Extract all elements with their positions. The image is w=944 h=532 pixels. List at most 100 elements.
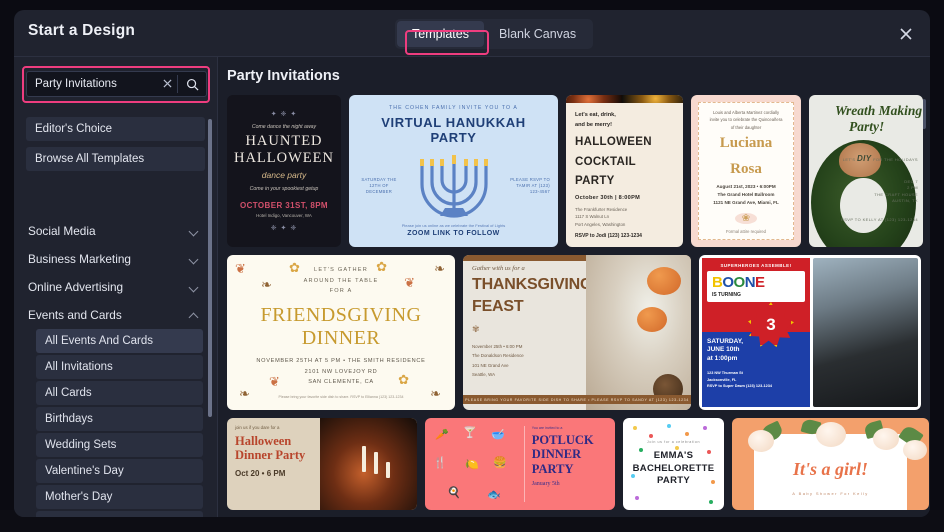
- card-date-line2: The Grand Hotel Ballroom: [717, 191, 775, 197]
- template-card-halloween-dinner-party[interactable]: join us if you dare for a Halloween Dinn…: [227, 418, 417, 510]
- card-title-line1: THANKSGIVING: [472, 276, 593, 293]
- sidebar-item-winter-holiday[interactable]: Winter Holiday: [36, 511, 203, 517]
- card-name-line1: Luciana: [719, 135, 773, 152]
- card-date-line2: The Donaldson Residence: [472, 353, 524, 359]
- template-card-halloween-cocktail-party[interactable]: Let's eat, drink, and be merry! HALLOWEE…: [566, 95, 683, 247]
- card-date-line3: SAN CLEMENTE, CA: [308, 379, 374, 386]
- confetti-dot: [709, 500, 713, 504]
- template-card-friendsgiving-dinner[interactable]: ❦ ❧ ✿ ❧ ❦ ✿ ❧ ❦ ❧ ✿ LET'S GATHER AROUND …: [227, 255, 455, 410]
- template-card-virtual-hanukkah-party[interactable]: THE COHEN FAMILY INVITE YOU TO A VIRTUAL…: [349, 95, 558, 247]
- sidebar-group-label: Events and Cards: [28, 308, 122, 322]
- leaf-icon: ✿: [289, 260, 300, 275]
- card-subtitle: A Baby Shower For Kelly: [792, 491, 869, 496]
- card-turning: IS TURNING: [712, 292, 741, 298]
- template-card-its-a-girl[interactable]: It's a girl! A Baby Shower For Kelly: [732, 418, 929, 510]
- card-left: join us if you dare for a Halloween Dinn…: [227, 418, 320, 510]
- confetti-dot: [633, 426, 637, 430]
- sidebar-item-valentines-day[interactable]: Valentine's Day: [36, 459, 203, 483]
- template-card-haunted-halloween[interactable]: ✦ ❈ ✦ Come dance the night away HAUNTED …: [227, 95, 341, 247]
- rose-illustration: [903, 440, 927, 460]
- card-name: BOONE: [712, 274, 765, 291]
- confetti-dot: [707, 450, 711, 454]
- card-date: January 5th: [531, 481, 560, 488]
- template-card-luciana-rosa[interactable]: Louis and Alberta Martinez cordially inv…: [691, 95, 801, 247]
- leaf-icon: ❧: [430, 386, 441, 401]
- template-row: join us if you dare for a Halloween Dinn…: [227, 418, 929, 510]
- sidebar-group-business-marketing[interactable]: Business Marketing: [26, 245, 203, 273]
- card-title-line2: FEAST: [472, 297, 524, 315]
- sidebar-group-online-advertising[interactable]: Online Advertising: [26, 273, 203, 301]
- sidebar-scrollbar[interactable]: [208, 119, 212, 417]
- sidebar-item-all-cards[interactable]: All Cards: [36, 381, 203, 405]
- leaf-icon: ❧: [434, 261, 445, 276]
- tab-blank-canvas[interactable]: Blank Canvas: [484, 21, 591, 47]
- sidebar-item-all-invitations[interactable]: All Invitations: [36, 355, 203, 379]
- card-footer: Formal attire required: [725, 228, 767, 234]
- sidebar-group-events-and-cards[interactable]: Events and Cards: [26, 301, 203, 329]
- sidebar-group-label: Business Marketing: [28, 252, 131, 266]
- citrus-icon: 🍋: [465, 459, 479, 471]
- search-input[interactable]: [27, 78, 157, 90]
- confetti-dot: [703, 426, 707, 430]
- note-line3: THE CRAFT HOUSE: [874, 191, 918, 197]
- template-card-potluck-dinner-party[interactable]: 🥕 🍸 🥣 🍴 🍋 🍔 🍳 🐟 You are invited to a POT…: [425, 418, 615, 510]
- leaf-icon: ❦: [404, 275, 415, 290]
- leaf-icon: ✿: [398, 372, 409, 387]
- chevron-down-icon: [189, 226, 199, 236]
- card-note-2: DEC 7 2 PM THE CRAFT HOUSE AUSTIN, TX: [874, 179, 918, 205]
- card-left: Gather with us for a THANKSGIVING FEAST …: [463, 255, 593, 410]
- card-date: October 30th | 8:00PM: [575, 194, 641, 201]
- pumpkin-illustration: [647, 267, 681, 295]
- template-card-wreath-making-party[interactable]: Wreath Making Party! LET'S DIY FOR THE H…: [809, 95, 923, 247]
- sidebar-item-editors-choice[interactable]: Editor's Choice: [26, 117, 205, 141]
- leaf-icon: ✿: [376, 259, 387, 274]
- burger-icon: 🍔: [493, 457, 507, 469]
- pumpkin-candles-photo: [320, 418, 417, 510]
- sidebar-group-label: Online Advertising: [28, 280, 124, 294]
- card-title-line2: DINNER: [531, 447, 582, 462]
- results-heading: Party Invitations: [227, 68, 340, 84]
- card-intro-line2: AROUND THE TABLE: [303, 277, 379, 284]
- card-left-note: SATURDAY THE 12TH OF DECEMBER: [361, 176, 397, 195]
- leaf-icon: ❦: [269, 374, 280, 389]
- search-area: [22, 66, 210, 103]
- note-pre: LET'S: [842, 157, 856, 162]
- template-card-boone-superhero-birthday[interactable]: SUPERHEROES ASSEMBLE! BOONE IS TURNING S…: [699, 255, 921, 410]
- sidebar-group-social-media[interactable]: Social Media: [26, 217, 203, 245]
- card-date-line1: November 25th • 6:00 PM: [472, 344, 523, 350]
- card-intro: join us if you dare for a: [235, 425, 280, 430]
- sidebar-item-birthdays[interactable]: Birthdays: [36, 407, 203, 431]
- search-box[interactable]: [26, 71, 207, 97]
- sidebar-item-browse-all-templates[interactable]: Browse All Templates: [26, 147, 205, 171]
- tab-templates[interactable]: Templates: [397, 21, 484, 47]
- menorah-icon: [419, 155, 488, 218]
- close-icon[interactable]: [894, 22, 918, 46]
- sidebar-item-all-events-and-cards[interactable]: All Events And Cards: [36, 329, 203, 353]
- template-card-thanksgiving-feast[interactable]: Gather with us for a THANKSGIVING FEAST …: [463, 255, 691, 410]
- card-right: You are invited to a POTLUCK DINNER PART…: [525, 418, 615, 510]
- pumpkin-illustration: [637, 307, 667, 332]
- confetti-dot: [685, 432, 689, 436]
- screen: Start a Design Templates Blank Canvas Pa…: [0, 0, 944, 532]
- note-line4: AUSTIN, TX: [892, 198, 918, 204]
- confetti-dot: [635, 496, 639, 500]
- card-tagline-line2: and be merry!: [575, 121, 612, 128]
- rose-illustration: [816, 422, 846, 447]
- card-title-line3: PARTY: [657, 475, 690, 487]
- card-banner: PLEASE BRING YOUR FAVORITE SIDE DISH TO …: [463, 395, 691, 404]
- template-card-emmas-bachelorette-party[interactable]: Join us for a celebration EMMA'S BACHELO…: [623, 418, 724, 510]
- template-grid: ✦ ❈ ✦ Come dance the night away HAUNTED …: [218, 95, 930, 517]
- card-addr-line3: RSVP to Super Dawn (123) 123-1234: [707, 384, 772, 389]
- search-icon[interactable]: [178, 78, 206, 91]
- card-when-line3: at 1:00pm: [707, 355, 738, 363]
- clear-icon[interactable]: [157, 77, 177, 91]
- card-intro: THE COHEN FAMILY INVITE YOU TO A: [389, 105, 518, 111]
- card-title-line1: Wreath Making: [835, 103, 923, 118]
- leaf-icon: ❦: [235, 261, 246, 276]
- sidebar-item-wedding-sets[interactable]: Wedding Sets: [36, 433, 203, 457]
- card-inner: Louis and Alberta Martinez cordially inv…: [698, 102, 794, 240]
- card-title-line2: DINNER: [301, 326, 381, 349]
- card-photos: [566, 95, 683, 104]
- card-middle: SATURDAY THE 12TH OF DECEMBER PLEASE RSV…: [357, 149, 550, 223]
- sidebar-item-mothers-day[interactable]: Mother's Day: [36, 485, 203, 509]
